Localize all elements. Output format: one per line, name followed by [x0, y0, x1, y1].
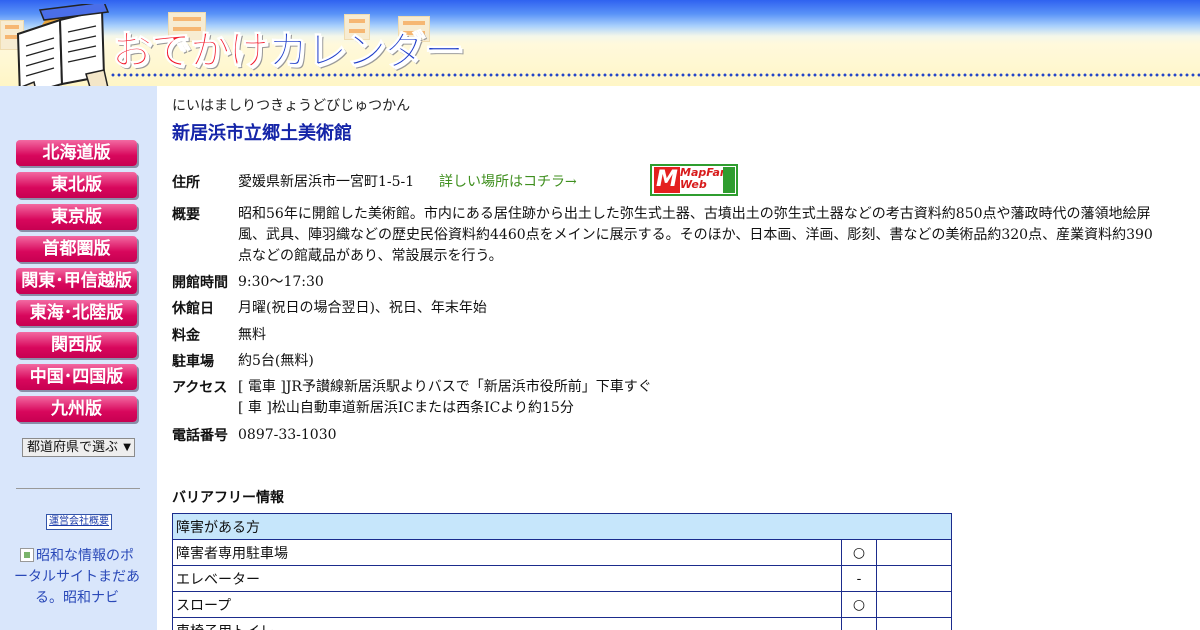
phone-value: 0897-33-1030 — [238, 427, 337, 443]
mapfan-logo-text: MapFan Web — [680, 166, 728, 191]
mapfan-web-logo[interactable]: M MapFan Web — [650, 164, 738, 196]
hours-value: 9:30～17:30 — [238, 274, 324, 290]
address-row: 住所 愛媛県新居浜市一宮町1-5-1 詳しい場所はコチラ→ M MapFan W… — [172, 164, 1162, 196]
site-logo[interactable]: おでかけカレンダー — [112, 18, 465, 78]
barrier-free-item: エレベーター — [172, 565, 842, 592]
edition-button-chugoku-shikoku[interactable]: 中国･四国版 — [16, 364, 137, 390]
fee-label: 料金 — [172, 328, 200, 344]
access-value: [ 電車 ]JR予讃線新居浜駅よりバスで「新居浜市役所前」下車すぐ [ 車 ]松… — [238, 377, 1154, 419]
access-train: [ 電車 ]JR予讃線新居浜駅よりバスで「新居浜市役所前」下車すぐ — [238, 379, 652, 395]
overview-value: 昭和56年に開館した美術館。市内にある居住跡から出土した弥生式土器、古墳出土の弥… — [238, 206, 1153, 264]
closed-value: 月曜(祝日の場合翌日)、祝日、年末年始 — [238, 300, 487, 316]
broken-image-icon — [20, 548, 34, 562]
address-value: 愛媛県新居浜市一宮町1-5-1 詳しい場所はコチラ→ M MapFan Web — [238, 164, 1154, 196]
prefecture-select[interactable]: 都道府県で選ぶ ▼ — [22, 438, 135, 457]
edition-button-tokai-hokuriku[interactable]: 東海･北陸版 — [16, 300, 137, 326]
barrier-free-note — [876, 539, 952, 566]
barrier-free-title: バリアフリー情報 — [172, 490, 284, 506]
phone-label: 電話番号 — [172, 428, 228, 444]
barrier-free-note — [876, 617, 952, 630]
address-label: 住所 — [172, 175, 200, 191]
barrier-free-section-header: 障害がある方 — [172, 513, 952, 540]
company-info-link[interactable]: 運営会社概要 — [46, 514, 112, 530]
barrier-free-item: スロープ — [172, 591, 842, 618]
prefecture-select-value: 都道府県で選ぶ — [27, 440, 119, 455]
barrier-free-mark: - — [841, 565, 877, 592]
access-car: [ 車 ]松山自動車道新居浜ICまたは西条ICより約15分 — [238, 400, 574, 416]
sidebar: 北海道版 東北版 東京版 首都圏版 関東･甲信越版 東海･北陸版 関西版 中国･… — [0, 86, 157, 630]
parking-label: 駐車場 — [172, 354, 214, 370]
closed-label: 休館日 — [172, 301, 214, 317]
table-row: スロープ ○ — [172, 591, 952, 618]
facility-name: 新居浜市立郷土美術館 — [172, 123, 352, 144]
barrier-free-mark: ○ — [841, 591, 877, 618]
mapfan-logo-m: M — [654, 167, 680, 193]
barrier-free-item: 障害者専用駐車場 — [172, 539, 842, 566]
access-label: アクセス — [172, 380, 228, 396]
logo-text-blue: カレンダー — [268, 28, 465, 75]
table-row: 車椅子用トイレ — [172, 617, 952, 630]
closed-row: 休館日 月曜(祝日の場合翌日)、祝日、年末年始 — [172, 298, 1162, 320]
overview-row: 概要 昭和56年に開館した美術館。市内にある居住跡から出土した弥生式土器、古墳出… — [172, 204, 1162, 270]
edition-button-kansai[interactable]: 関西版 — [16, 332, 137, 358]
edition-button-hokkaido[interactable]: 北海道版 — [16, 140, 137, 166]
phone-row: 電話番号 0897-33-1030 — [172, 425, 1162, 447]
barrier-free-header-row: 障害がある方 — [172, 513, 952, 540]
edition-button-tokyo[interactable]: 東京版 — [16, 204, 137, 230]
address-text: 愛媛県新居浜市一宮町1-5-1 — [238, 174, 415, 190]
barrier-free-item: 車椅子用トイレ — [172, 617, 842, 630]
hours-label: 開館時間 — [172, 275, 228, 291]
edition-button-kyushu[interactable]: 九州版 — [16, 396, 137, 422]
table-row: 障害者専用駐車場 ○ — [172, 539, 952, 566]
dropdown-arrow-icon: ▼ — [123, 442, 131, 453]
edition-button-shutoken[interactable]: 首都圏版 — [16, 236, 137, 262]
sidebar-divider — [16, 488, 140, 489]
hours-row: 開館時間 9:30～17:30 — [172, 272, 1162, 294]
edition-button-tohoku[interactable]: 東北版 — [16, 172, 137, 198]
barrier-free-note — [876, 565, 952, 592]
facility-name-kana: にいはましりつきょうどびじゅつかん — [172, 98, 411, 114]
edition-button-kanto-koshinetsu[interactable]: 関東･甲信越版 — [16, 268, 137, 294]
fee-value: 無料 — [238, 327, 266, 343]
barrier-free-table: 障害がある方 障害者専用駐車場 ○ エレベーター - スロープ ○ 車椅子用トイ… — [172, 513, 952, 630]
parking-value: 約5台(無料) — [238, 353, 314, 369]
barrier-free-note — [876, 591, 952, 618]
barrier-free-mark — [841, 617, 877, 630]
barrier-free-mark: ○ — [841, 539, 877, 566]
access-row: アクセス [ 電車 ]JR予讃線新居浜駅よりバスで「新居浜市役所前」下車すぐ [… — [172, 377, 1162, 421]
logo-text-red: おでかけ — [112, 28, 270, 75]
site-header: おでかけカレンダー — [0, 0, 1200, 118]
main-content: にいはましりつきょうどびじゅつかん 新居浜市立郷土美術館 — [172, 96, 1172, 145]
map-detail-link[interactable]: 詳しい場所はコチラ→ — [439, 172, 577, 193]
overview-label: 概要 — [172, 207, 200, 223]
mapfan-logo-side — [723, 167, 735, 193]
fee-row: 料金 無料 — [172, 325, 1162, 347]
showa-navi-banner[interactable]: 昭和な情報のポータルサイトまだある。昭和ナビ — [14, 546, 140, 609]
parking-row: 駐車場 約5台(無料) — [172, 351, 1162, 373]
table-row: エレベーター - — [172, 565, 952, 592]
